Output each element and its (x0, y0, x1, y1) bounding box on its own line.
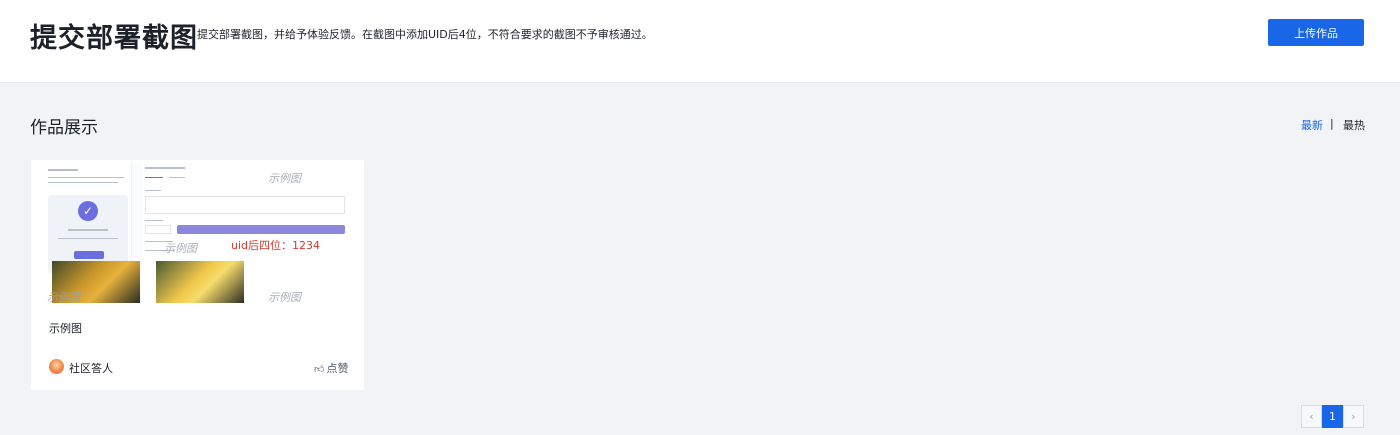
pagination-next-button[interactable]: › (1343, 405, 1364, 428)
like-label: 点赞 (326, 362, 349, 375)
sort-hottest-link[interactable]: 最热 (1343, 117, 1365, 133)
pagination-prev-button[interactable]: ‹ (1301, 405, 1322, 428)
uid-annotation: uid后四位：1234 (231, 239, 321, 252)
gallery-title: 作品展示 (30, 118, 98, 138)
sort-divider: | (1330, 117, 1334, 130)
thumbnail-line (68, 229, 108, 231)
thumbnail-stepper (145, 225, 171, 234)
thumbs-up-icon: 👍︎ (314, 364, 325, 375)
thumbnail-line (48, 182, 118, 183)
thumbnail-line (48, 169, 78, 171)
check-icon: ✓ (78, 201, 98, 221)
page-title: 提交部署截图 (30, 23, 198, 54)
work-card[interactable]: ✓ 示例图 示例图 示例图 uid后四位：1234 示例图 示例图 社区答人 👍… (31, 160, 364, 390)
watermark-label: 示例图 (47, 291, 80, 304)
thumbnail-button (74, 251, 104, 259)
pineapple-cut-image (156, 261, 244, 303)
thumbnail-tab (145, 177, 163, 178)
thumbnail-line (145, 167, 185, 169)
like-button[interactable]: 👍︎ 点赞 (314, 360, 348, 376)
sort-newest-link[interactable]: 最新 (1301, 117, 1323, 133)
thumbnail-tab (169, 177, 185, 178)
thumbnail-text-area (145, 196, 345, 214)
thumbnail-line (58, 238, 118, 239)
pagination-page-1[interactable]: 1 (1322, 405, 1343, 428)
thumbnail-line (145, 190, 161, 191)
thumbnail-line (145, 220, 163, 221)
card-thumbnail: ✓ 示例图 示例图 示例图 uid后四位：1234 (44, 163, 352, 303)
page-header: 提交部署截图 提交部署截图，并给予体验反馈。在截图中添加UID后4位，不符合要求… (0, 0, 1400, 83)
page-description: 提交部署截图，并给予体验反馈。在截图中添加UID后4位，不符合要求的截图不予审核… (197, 28, 653, 41)
card-title: 示例图 (49, 322, 82, 335)
watermark-label: 示例图 (164, 242, 197, 255)
avatar (49, 359, 64, 374)
author-name: 社区答人 (69, 362, 113, 375)
thumbnail-generate-bar (177, 225, 345, 234)
upload-work-button[interactable]: 上传作品 (1268, 19, 1364, 46)
watermark-label: 示例图 (268, 291, 301, 303)
thumbnail-line (48, 177, 124, 178)
watermark-label: 示例图 (268, 172, 301, 185)
